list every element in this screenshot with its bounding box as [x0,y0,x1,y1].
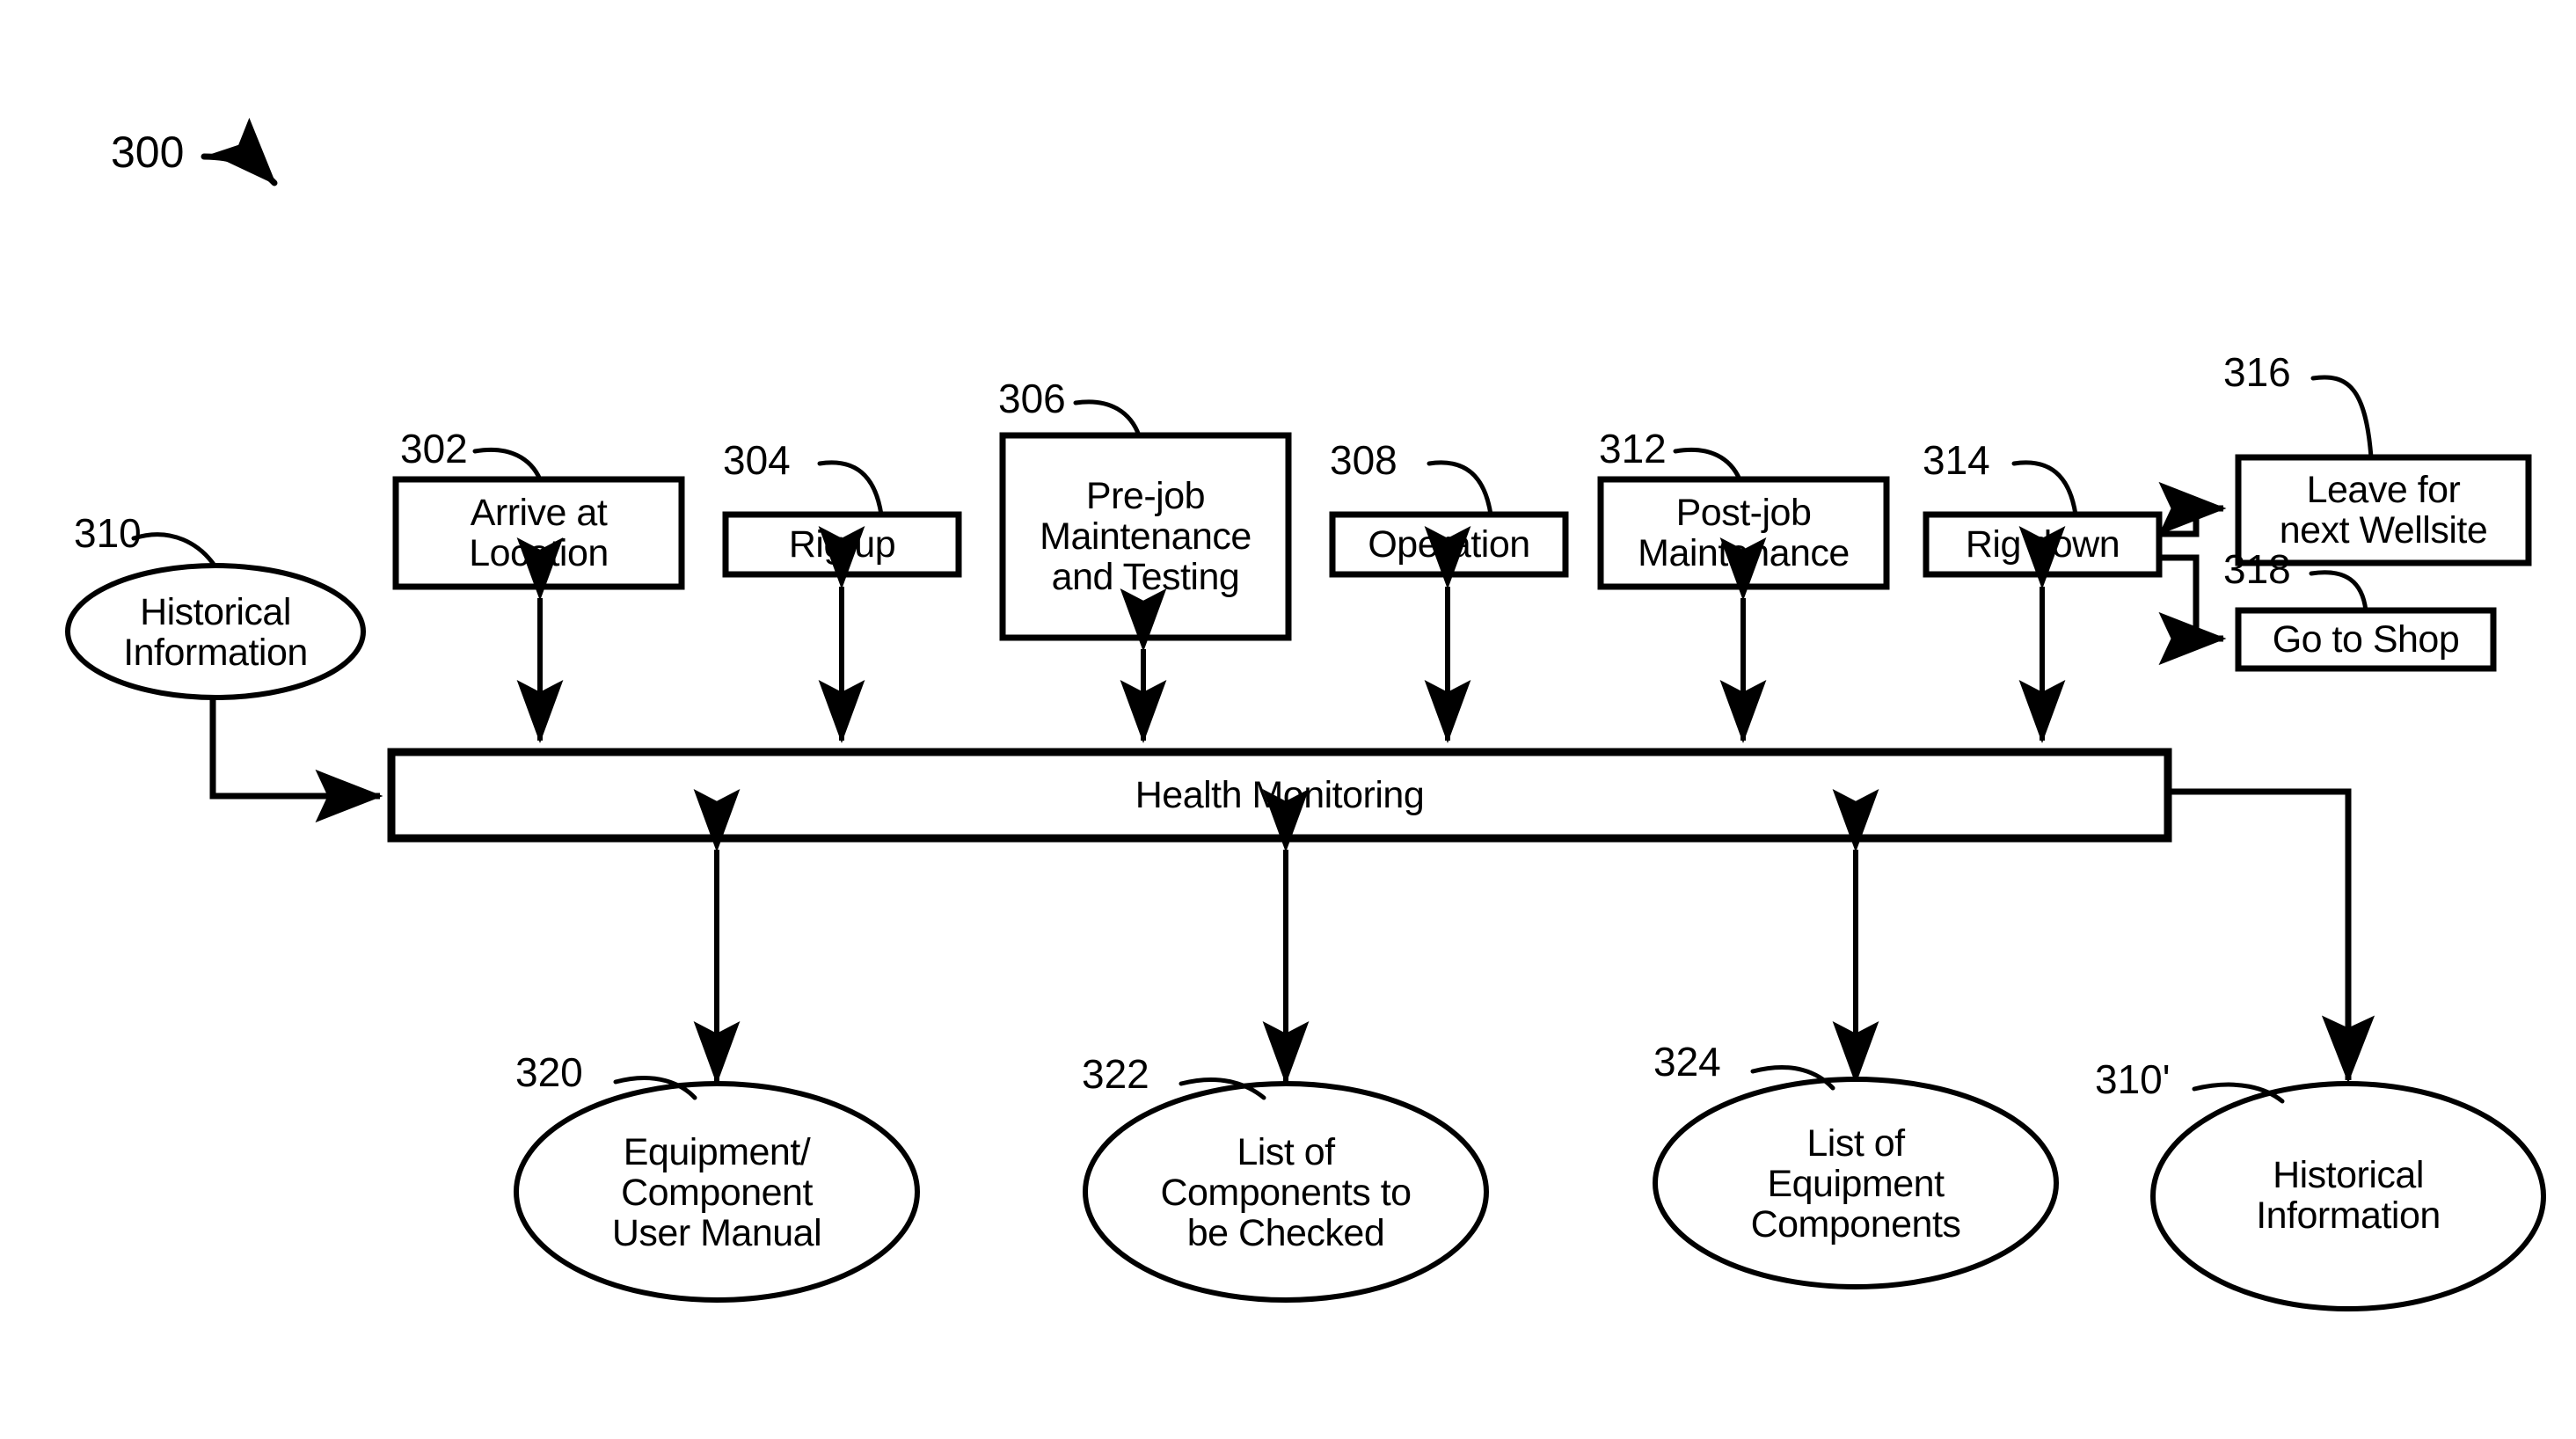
connector-health-monitoring-to-310-prime [2168,788,2375,1084]
connector-314-to-316 [2158,481,2227,537]
box-316-leave-for-next-wellsite[interactable] [2235,375,2532,566]
diagram-vector-layer [65,117,2546,1311]
figure-canvas: 300 310 302 304 306 308 312 314 316 318 … [0,0,2576,1439]
box-304-rig-up[interactable] [722,460,962,578]
ellipse-310-historical-information [65,532,366,700]
box-318-go-to-shop[interactable] [2235,570,2497,672]
health-monitoring-bar[interactable] [387,748,2172,843]
ellipse-320-equipment-component-user-manual [514,1075,920,1303]
box-312-post-job-maintenance[interactable] [1597,447,1890,590]
figure-callout-arrow [201,117,278,186]
connector-310-to-health-monitoring [209,698,383,823]
connector-314-to-318 [2158,554,2227,666]
ellipse-324-list-of-equipment-components [1653,1065,2059,1289]
box-314-rig-down[interactable] [1923,460,2163,578]
box-306-pre-job-maintenance-and-testing[interactable] [999,399,1292,641]
ellipse-310-prime-historical-information [2150,1081,2546,1311]
box-302-arrive-at-location[interactable] [392,447,685,590]
ellipse-322-list-of-components-to-be-checked [1083,1077,1489,1303]
box-308-operation[interactable] [1329,460,1569,578]
